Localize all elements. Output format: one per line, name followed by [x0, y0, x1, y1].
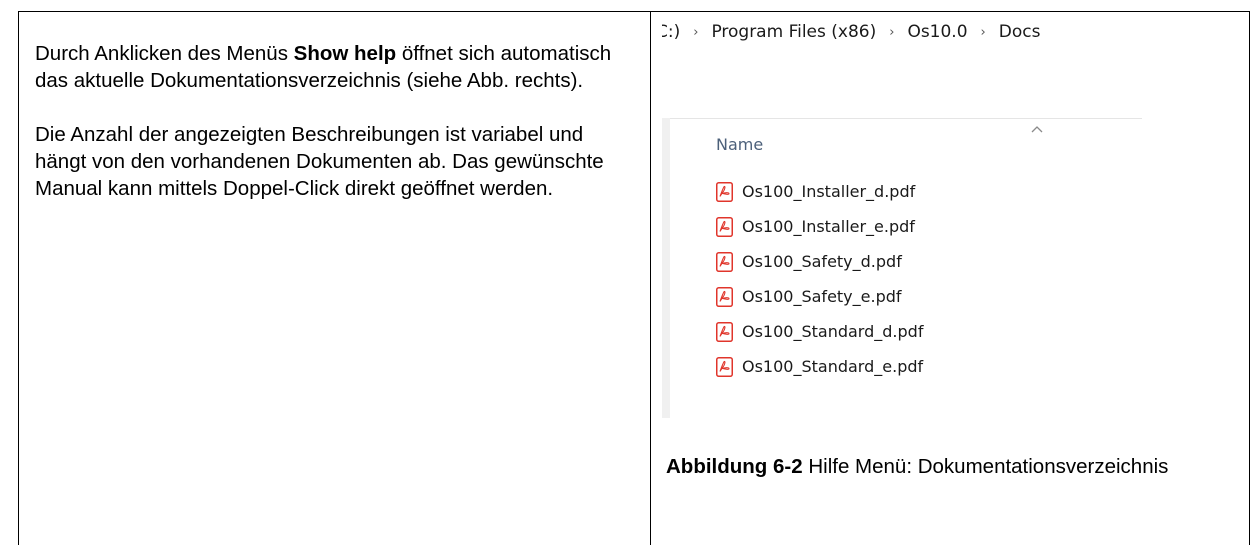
figure-label: Abbildung 6-2 [666, 455, 803, 478]
file-row[interactable]: Os100_Safety_d.pdf [716, 251, 923, 286]
paragraph-show-help: Durch Anklicken des Menüs Show help öffn… [35, 40, 640, 94]
pdf-file-icon [716, 357, 733, 377]
pdf-file-icon [716, 182, 733, 202]
paragraph-description-count: Die Anzahl der angezeigten Beschreibunge… [35, 123, 604, 200]
figure-caption: Abbildung 6-2 Hilfe Menü: Dokumentations… [666, 453, 1226, 480]
explorer-screenshot: C:) › Program Files (x86) › Os10.0 › Doc… [662, 12, 1142, 418]
file-row[interactable]: Os100_Installer_d.pdf [716, 181, 923, 216]
chevron-right-icon: › [889, 24, 895, 40]
menu-name-show-help: Show help [293, 42, 397, 65]
table-border-middle [650, 11, 651, 545]
sort-up-icon [1031, 126, 1043, 133]
breadcrumb-os10[interactable]: Os10.0 [907, 22, 967, 42]
file-list: Os100_Installer_d.pdf Os100_Installer_e.… [716, 181, 923, 391]
breadcrumb-docs[interactable]: Docs [999, 22, 1041, 42]
pdf-file-icon [716, 217, 733, 237]
file-name[interactable]: Os100_Safety_d.pdf [742, 251, 902, 273]
file-row[interactable]: Os100_Safety_e.pdf [716, 286, 923, 321]
breadcrumb-drive[interactable]: C:) [662, 22, 680, 42]
table-border-left [18, 11, 19, 545]
file-name[interactable]: Os100_Installer_e.pdf [742, 216, 915, 238]
chevron-right-icon: › [693, 24, 699, 40]
file-row[interactable]: Os100_Installer_e.pdf [716, 216, 923, 251]
breadcrumb-program-files[interactable]: Program Files (x86) [711, 22, 876, 42]
pdf-file-icon [716, 287, 733, 307]
description-text: Durch Anklicken des Menüs Show help öffn… [35, 40, 640, 229]
pdf-file-icon [716, 252, 733, 272]
file-name[interactable]: Os100_Standard_e.pdf [742, 356, 923, 378]
pdf-file-icon [716, 322, 733, 342]
file-row[interactable]: Os100_Standard_d.pdf [716, 321, 923, 356]
column-header-divider [670, 118, 1142, 119]
file-name[interactable]: Os100_Safety_e.pdf [742, 286, 902, 308]
file-row[interactable]: Os100_Standard_e.pdf [716, 356, 923, 391]
file-name[interactable]: Os100_Standard_d.pdf [742, 321, 923, 343]
paragraph-1-start: Durch Anklicken des Menüs [35, 42, 294, 65]
figure-caption-text: Hilfe Menü: Dokumentationsverzeichnis [802, 455, 1169, 478]
breadcrumb: C:) › Program Files (x86) › Os10.0 › Doc… [662, 12, 1040, 52]
file-name[interactable]: Os100_Installer_d.pdf [742, 181, 915, 203]
chevron-right-icon: › [980, 24, 986, 40]
navigation-pane-edge [662, 118, 670, 418]
column-header-name[interactable]: Name [716, 135, 763, 154]
table-border-right [1249, 11, 1250, 545]
